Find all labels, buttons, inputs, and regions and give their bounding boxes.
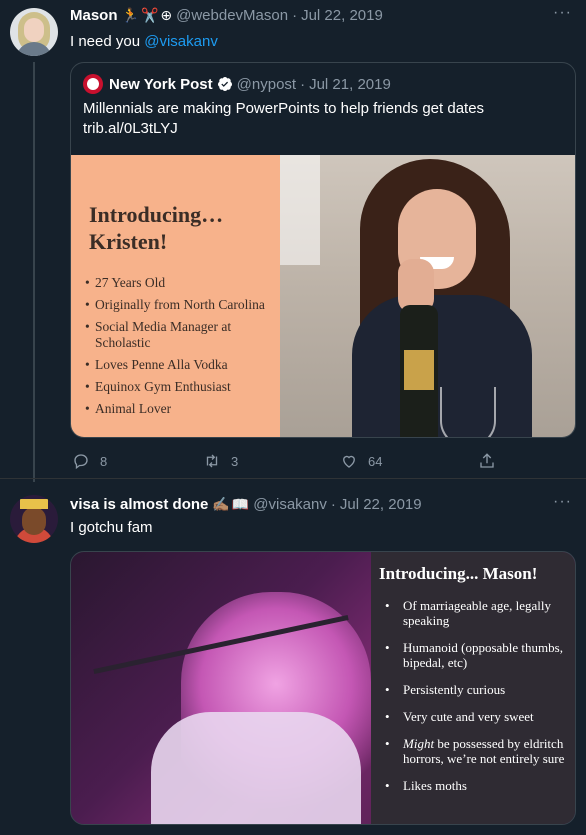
verified-icon [217,77,232,92]
retweet-icon [206,454,218,468]
slide-item: Humanoid (opposable thumbs, bipedal, etc… [383,640,573,670]
tweet-header: visa is almost done ✍🏽 📖 @visakanv · Jul… [70,496,422,513]
nypost-avatar[interactable] [83,74,103,94]
slide-item: 27 Years Old [85,275,275,291]
photo-shirt [151,712,361,824]
like-count: 64 [368,453,383,469]
mention-link[interactable]: @visakanv [144,33,218,50]
like-icon [343,455,355,468]
slide-item: Persistently curious [383,682,573,697]
user-handle[interactable]: @webdevMason [176,7,288,24]
slide-item: Equinox Gym Enthusiast [85,379,275,395]
wine-glass [440,387,496,437]
share-icon [480,453,494,468]
slide-item: Very cute and very sweet [383,709,573,724]
tweet-visa[interactable]: visa is almost done ✍🏽 📖 @visakanv · Jul… [0,478,586,835]
avatar-mason[interactable] [10,8,58,56]
quote-headline: Millennials are making PowerPoints to he… [83,100,485,117]
avatar-face [22,507,46,535]
tweet-mason[interactable]: Mason 🏃 ✂️ ⊕ @webdevMason · Jul 22, 2019… [0,0,586,482]
thread-line [33,62,35,482]
tweet-media[interactable]: Introducing... Mason! Of marriageable ag… [70,551,576,825]
kristen-photo [280,155,575,437]
tweet-text-body: I need you [70,33,145,50]
circle-plus-emoji-icon: ⊕ [160,7,173,23]
name-emojis: ✍🏽 📖 [212,496,249,513]
tweet-date[interactable]: Jul 22, 2019 [340,496,422,513]
quote-date[interactable]: Jul 21, 2019 [309,76,391,93]
name-emojis: 🏃 ✂️ ⊕ [122,7,173,24]
retweet-count: 3 [231,453,239,469]
quote-header: New York Post @nypost · Jul 21, 2019 [83,74,391,94]
reply-button[interactable]: 8 [72,452,107,470]
more-icon[interactable]: ··· [553,4,572,22]
action-bar: 8 3 64 [70,451,494,471]
more-icon[interactable]: ··· [553,493,572,511]
slide-title: Introducing… Kristen! [89,202,224,254]
like-button[interactable]: 64 [340,452,382,470]
tweet-date[interactable]: Jul 22, 2019 [301,7,383,24]
slide-item: Of marriageable age, legally speaking [383,598,573,628]
separator-dot: · [330,496,336,513]
slide-item: Might be possessed by eldritch horrors, … [383,736,573,766]
separator-dot: · [300,75,306,93]
slide-list: Of marriageable age, legally speaking Hu… [383,598,573,805]
quote-media[interactable]: Introducing… Kristen! 27 Years Old Origi… [71,155,575,437]
display-name[interactable]: Mason [70,7,118,24]
avatar-visa[interactable] [10,495,58,543]
writing-hand-emoji-icon: ✍🏽 [212,496,230,512]
quote-handle[interactable]: @nypost [237,76,296,93]
avatar-face [24,18,44,42]
slide-title: Introducing... Mason! [379,564,538,583]
slide-kristen: Introducing… Kristen! 27 Years Old Origi… [71,155,280,437]
slide-item: Animal Lover [85,401,275,417]
share-button[interactable] [478,452,496,470]
slide-item: Loves Penne Alla Vodka [85,357,275,373]
slide-item: Originally from North Carolina [85,297,275,313]
wall-highlight [280,155,320,265]
tweet-header: Mason 🏃 ✂️ ⊕ @webdevMason · Jul 22, 2019 [70,7,383,24]
slide-item: Likes moths [383,778,573,793]
tweet-text: I gotchu fam [70,519,153,536]
quoted-tweet[interactable]: New York Post @nypost · Jul 21, 2019 Mil… [70,62,576,438]
scissors-emoji-icon: ✂️ [140,7,159,23]
display-name[interactable]: visa is almost done [70,496,208,513]
slide-item: Social Media Manager at Scholastic [85,319,275,351]
open-book-emoji-icon: 📖 [231,496,250,512]
reply-icon [74,454,88,470]
slide-list: 27 Years Old Originally from North Carol… [85,275,275,423]
tweet-text: I need you @visakanv [70,33,218,50]
slide-mason: Introducing... Mason! Of marriageable ag… [371,552,575,824]
reply-count: 8 [100,453,108,469]
quote-text: Millennials are making PowerPoints to he… [83,99,563,139]
retweet-button[interactable]: 3 [203,452,238,470]
runner-emoji-icon: 🏃 [121,7,139,23]
quote-display-name[interactable]: New York Post [109,76,213,93]
bottle-label [404,350,434,390]
crown-icon [20,499,48,509]
user-handle[interactable]: @visakanv [253,496,327,513]
quote-link[interactable]: trib.al/0L3tLYJ [83,119,563,139]
separator-dot: · [292,7,298,24]
